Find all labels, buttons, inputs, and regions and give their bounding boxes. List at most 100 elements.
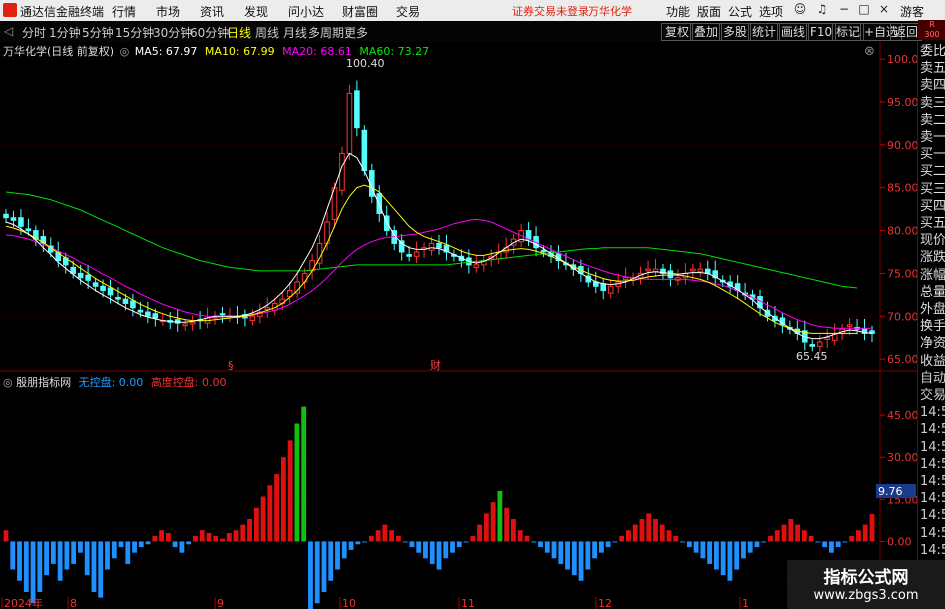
quote-panel-item[interactable]: 买三 — [920, 182, 945, 198]
close-icon[interactable]: × — [876, 2, 892, 18]
indicator-bar — [768, 535, 773, 542]
indicator-bar — [585, 541, 591, 570]
quote-panel-item[interactable]: 卖二 — [920, 113, 945, 129]
chart-title: 万华化学(日线 前复权) — [3, 45, 115, 58]
menu-item-jiaoyi[interactable]: 交易 — [396, 3, 420, 20]
button-fuquan[interactable]: 复权 — [661, 23, 694, 41]
guest-label[interactable]: 游客 — [900, 3, 924, 20]
indicator-bar — [382, 524, 388, 542]
quote-panel-item[interactable]: 14:56 — [920, 440, 945, 456]
quote-panel-item[interactable]: 卖一 — [920, 130, 945, 146]
quote-panel-item[interactable]: 买一 — [920, 147, 945, 163]
minimize-icon[interactable]: − — [836, 2, 852, 18]
tab-zhouxian[interactable]: 周线 — [255, 24, 279, 41]
quote-panel-item[interactable]: 买四 — [920, 199, 945, 215]
tab-gengduo[interactable]: 更多 — [344, 24, 368, 41]
candlestick-chart[interactable]: 100.0 95.00 90.00 85.00 80.00 75.00 70.00 65.00… — [0, 42, 917, 372]
quote-panel-item[interactable]: 涨幅 — [920, 268, 945, 284]
user-icon[interactable]: ☺ — [792, 2, 808, 18]
menu-item-hangqing[interactable]: 行情 — [112, 3, 136, 20]
quote-panel-item[interactable]: 交易 — [920, 388, 945, 404]
candle-body — [122, 298, 129, 304]
candle-body — [137, 309, 144, 313]
tab-rixian[interactable]: 日线 — [227, 24, 251, 41]
login-status[interactable]: 证券交易未登录 — [512, 3, 589, 19]
indicator-bar — [328, 541, 334, 581]
quote-panel-item[interactable]: 涨跌 — [920, 250, 945, 266]
candle-body — [115, 296, 121, 300]
toolbar-left-icon[interactable]: ◁ — [4, 24, 13, 38]
button-duogu[interactable]: 多股 — [719, 23, 752, 41]
tab-1min[interactable]: 1分钟 — [49, 24, 81, 41]
candle-body — [690, 268, 696, 272]
quote-panel-item[interactable]: 14:56 — [920, 526, 945, 542]
tab-duozhouqi[interactable]: 多周期 — [308, 24, 344, 41]
restore-icon[interactable]: □ — [856, 2, 872, 18]
quote-panel-item[interactable]: 14:56 — [920, 474, 945, 490]
indicator-bar — [605, 541, 611, 548]
menu-item-xuanxiang[interactable]: 选项 — [759, 3, 783, 20]
quote-panel-item[interactable]: 14:56 — [920, 405, 945, 421]
menu-item-faxian[interactable]: 发现 — [244, 3, 268, 20]
button-diejia[interactable]: 叠加 — [690, 23, 723, 41]
indicator-bar — [477, 524, 483, 542]
tab-5min[interactable]: 5分钟 — [82, 24, 114, 41]
close-chart-icon[interactable]: ⊗ — [864, 44, 875, 59]
quote-panel-item[interactable]: 14:56 — [920, 491, 945, 507]
quote-panel-item[interactable]: 外盘 — [920, 302, 945, 318]
menu-item-wenxiaoda[interactable]: 问小达 — [288, 3, 324, 20]
quote-panel-item[interactable]: 净资 — [920, 336, 945, 352]
indicator-bar — [511, 518, 516, 542]
quote-panel-item[interactable]: 买二 — [920, 164, 945, 180]
indicator-bar — [598, 541, 604, 553]
menu-item-zixun[interactable]: 资讯 — [200, 3, 224, 20]
indicator-bar — [355, 541, 361, 545]
menu-item-shichang[interactable]: 市场 — [156, 3, 180, 20]
menu-item-caifuquan[interactable]: 财富圈 — [342, 3, 378, 20]
candle-body — [10, 217, 17, 221]
settings-icon[interactable]: ◎ — [120, 45, 130, 58]
indicator-settings-icon[interactable]: ◎ — [3, 376, 13, 389]
tab-30min[interactable]: 30分钟 — [153, 24, 192, 41]
tab-60min[interactable]: 60分钟 — [190, 24, 229, 41]
indicator-bar — [152, 535, 158, 542]
indicator-bar — [64, 541, 70, 570]
quote-panel-item[interactable]: 买五 — [920, 216, 945, 232]
menu-item-banmian[interactable]: 版面 — [697, 3, 721, 20]
indicator-bar — [301, 406, 307, 542]
quote-panel-item[interactable]: 卖五 — [920, 61, 945, 77]
indicator-bar — [10, 541, 16, 570]
quote-panel-item[interactable]: 换手 — [920, 319, 945, 335]
indicator-bar — [186, 541, 192, 545]
candle-body — [182, 323, 188, 327]
tab-yuexian[interactable]: 月线 — [283, 24, 307, 41]
quote-panel-item[interactable]: 14:56 — [920, 422, 945, 438]
indicator-background — [0, 372, 917, 609]
quote-panel-item[interactable]: 自动 — [920, 371, 945, 387]
quote-panel-item[interactable]: 14:56 — [920, 543, 945, 559]
indicator-bar — [37, 541, 43, 592]
indicator-bar — [206, 533, 212, 542]
quote-panel-item[interactable]: 14:56 — [920, 508, 945, 524]
indicator-bar — [551, 541, 557, 559]
candle-body — [824, 337, 831, 340]
indicator-title: 殷朋指标网 — [16, 376, 72, 389]
quote-panel-item[interactable]: 总量 — [920, 285, 945, 301]
quote-panel-item[interactable]: 委比 — [920, 44, 945, 60]
quote-panel-item[interactable]: 现价 — [920, 233, 945, 249]
panel-badge[interactable]: R 300 — [918, 20, 945, 40]
quote-panel-item[interactable]: 14:56 — [920, 457, 945, 473]
quote-panel-item[interactable]: 卖四 — [920, 78, 945, 94]
tab-fenshi[interactable]: 分时 — [22, 24, 46, 41]
indicator-chart[interactable]: 45.0030.0015.000.00-15.00 2024年891011121… — [0, 372, 917, 609]
quote-panel-item[interactable]: 卖三 — [920, 96, 945, 112]
bell-icon[interactable]: ♫ — [814, 2, 830, 18]
button-tongji[interactable]: 统计 — [748, 23, 781, 41]
menu-item-gongshi[interactable]: 公式 — [728, 3, 752, 20]
quote-panel-item[interactable]: 收益 — [920, 354, 945, 370]
indicator-bar — [321, 541, 327, 592]
menu-item-gongneng[interactable]: 功能 — [666, 3, 690, 20]
button-huaxian[interactable]: 画线 — [777, 23, 810, 41]
watermark-title: 指标公式网 — [823, 568, 909, 588]
tab-15min[interactable]: 15分钟 — [115, 24, 154, 41]
